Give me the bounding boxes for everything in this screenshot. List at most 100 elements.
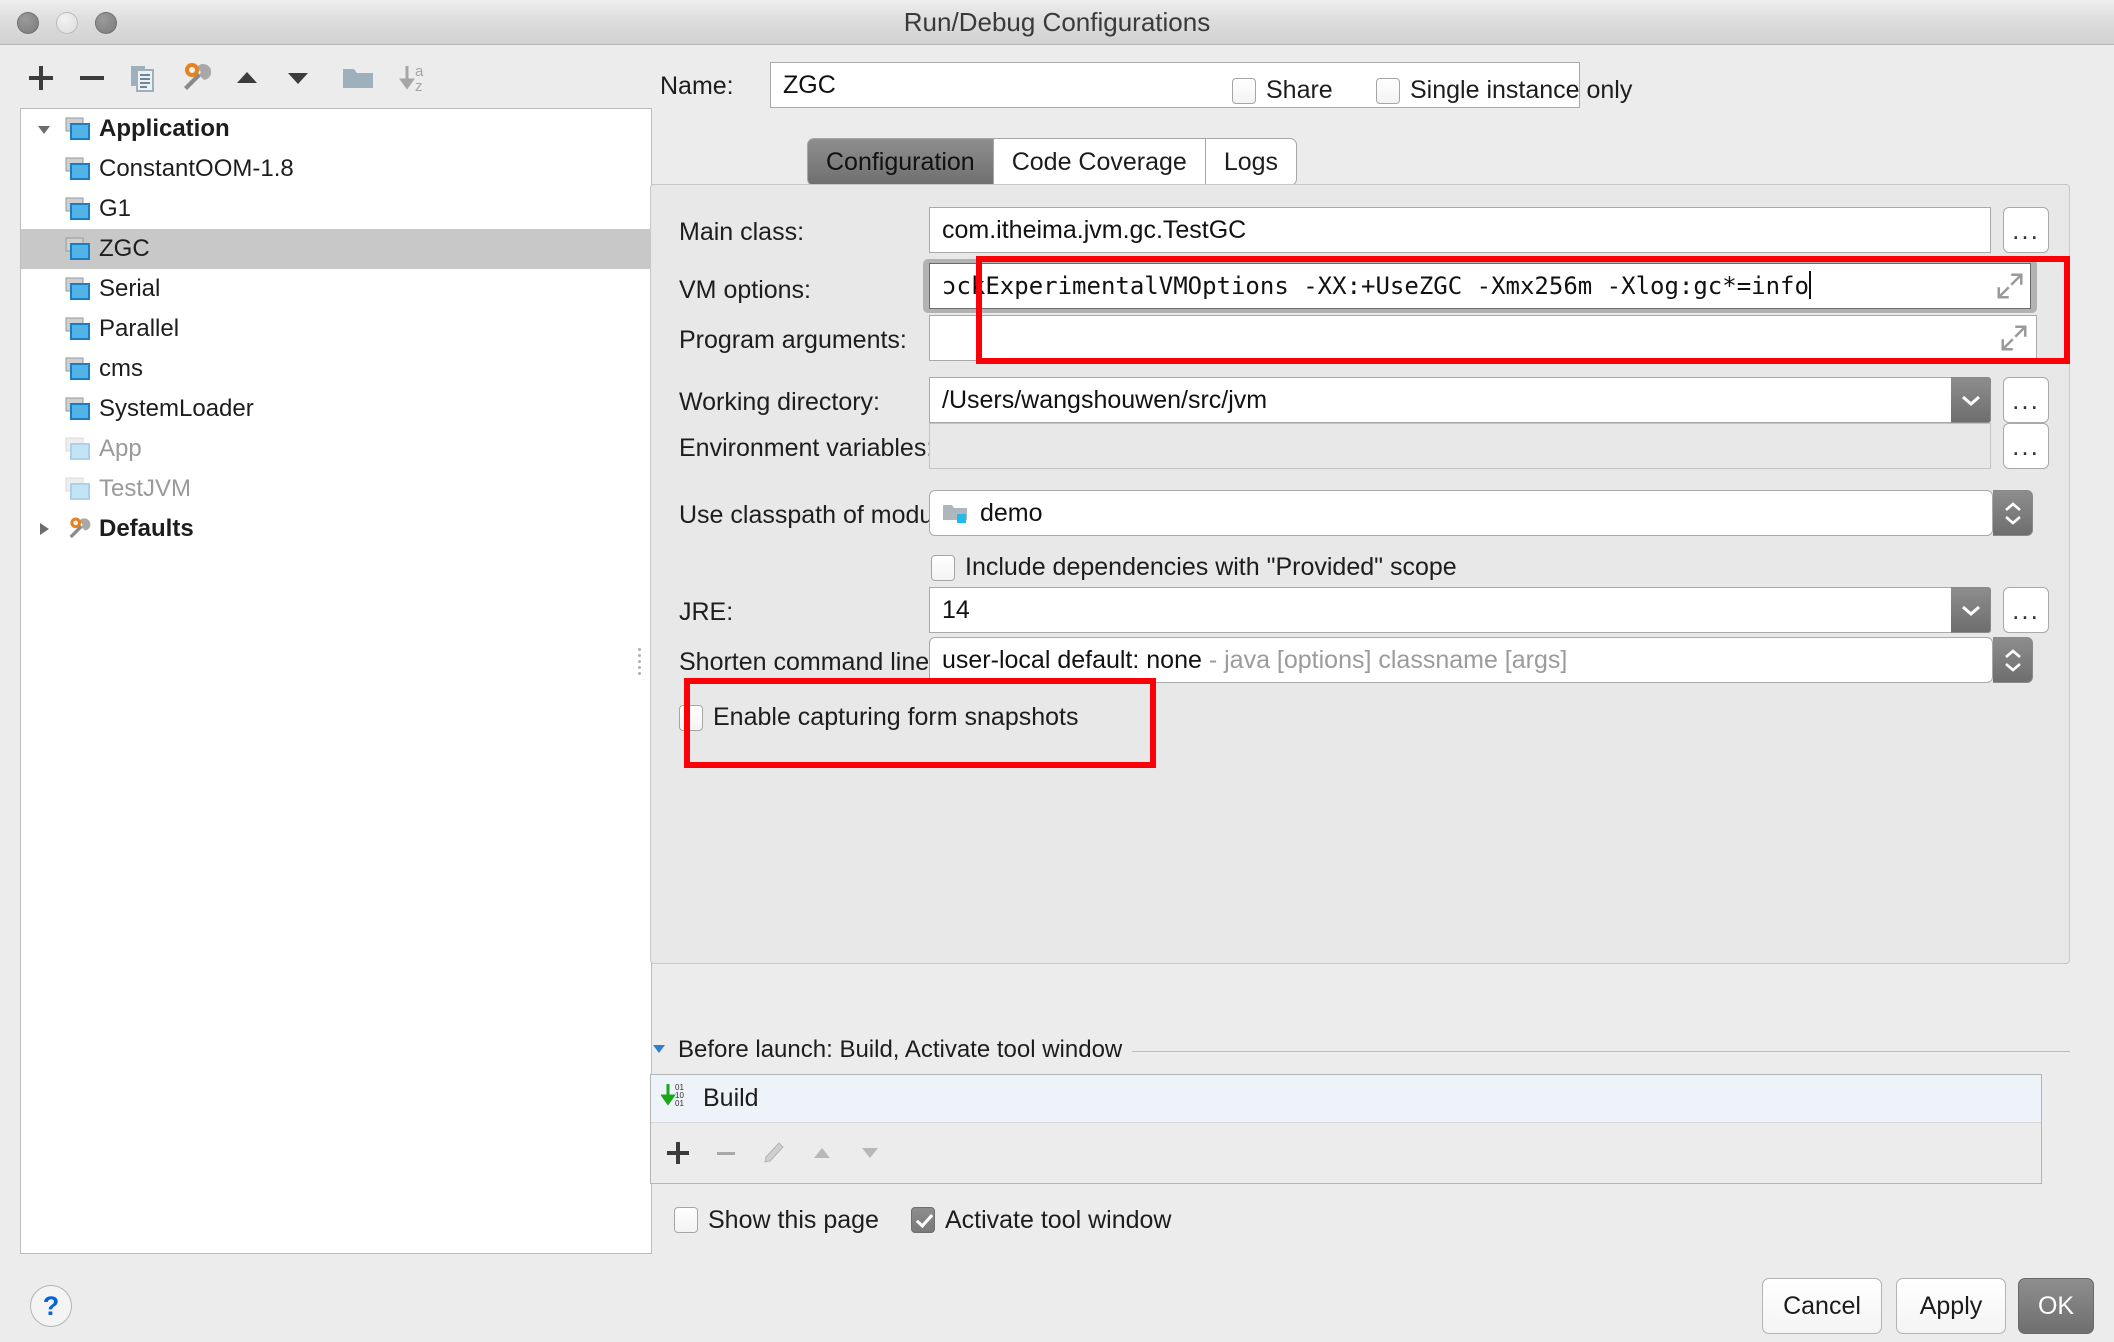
collapse-triangle-icon[interactable] <box>650 1039 668 1062</box>
tree-node-serial[interactable]: Serial <box>21 269 651 309</box>
single-instance-label: Single instance only <box>1410 76 1632 105</box>
use-classpath-select[interactable]: demo <box>929 490 1993 536</box>
shorten-command-line-label: Shorten command line: <box>679 648 936 677</box>
text-caret <box>1809 271 1811 299</box>
enable-snapshots-label: Enable capturing form snapshots <box>713 703 1079 732</box>
chevron-down-icon <box>2004 515 2022 525</box>
application-icon <box>61 477 95 501</box>
tab-configuration[interactable]: Configuration <box>807 138 993 186</box>
before-launch-header: Before launch: Build, Activate tool wind… <box>650 1032 2070 1068</box>
environment-variables-input[interactable] <box>929 423 1991 469</box>
splitter-handle[interactable] <box>636 645 646 681</box>
share-checkbox[interactable] <box>1232 78 1256 104</box>
use-classpath-spinner[interactable] <box>1993 490 2033 536</box>
use-classpath-label: Use classpath of module: <box>679 501 960 530</box>
edit-defaults-wrench-icon[interactable] <box>173 55 219 101</box>
remove-task-button[interactable] <box>713 1140 739 1166</box>
configurations-tree[interactable]: Application ConstantOOM-1.8 G1 ZGC Seria… <box>20 108 652 1254</box>
editor-tabs[interactable]: Configuration Code Coverage Logs <box>807 138 1297 186</box>
edit-task-pencil-icon[interactable] <box>761 1140 787 1166</box>
environment-variables-browse-button[interactable]: ... <box>2003 423 2049 469</box>
before-launch-task-label: Build <box>703 1084 759 1113</box>
browse-dots-label: ... <box>2012 220 2040 240</box>
before-launch-task-row[interactable]: 01 10 01 Build <box>651 1075 2041 1123</box>
tree-node-cms[interactable]: cms <box>21 349 651 389</box>
main-class-input[interactable]: com.itheima.jvm.gc.TestGC <box>929 207 1991 253</box>
application-icon <box>61 437 95 461</box>
share-checkbox-row[interactable]: Share <box>1232 76 1333 105</box>
working-directory-browse-button[interactable]: ... <box>2003 377 2049 423</box>
tree-node-label: Parallel <box>95 315 179 343</box>
working-directory-dropdown-button[interactable] <box>1951 377 1991 423</box>
application-icon <box>61 317 95 341</box>
shorten-command-line-spinner[interactable] <box>1993 637 2033 683</box>
program-arguments-input[interactable] <box>929 315 2037 361</box>
tree-node-application[interactable]: Application <box>21 109 651 149</box>
activate-tool-window-checkbox-row[interactable]: Activate tool window <box>911 1206 1172 1235</box>
ok-button[interactable]: OK <box>2018 1278 2094 1334</box>
apply-label: Apply <box>1920 1292 1983 1321</box>
new-folder-button[interactable] <box>335 55 381 101</box>
main-class-browse-button[interactable]: ... <box>2003 207 2049 253</box>
tree-node-systemloader[interactable]: SystemLoader <box>21 389 651 429</box>
jre-browse-button[interactable]: ... <box>2003 587 2049 633</box>
move-task-up-button[interactable] <box>809 1140 835 1166</box>
before-launch-task-list[interactable]: 01 10 01 Build <box>650 1074 2042 1184</box>
add-task-button[interactable] <box>665 1140 691 1166</box>
tree-node-constantoom[interactable]: ConstantOOM-1.8 <box>21 149 651 189</box>
add-button[interactable] <box>18 55 64 101</box>
application-icon <box>61 117 95 141</box>
shorten-command-line-select[interactable]: user-local default: none - java [options… <box>929 637 1993 683</box>
working-directory-input[interactable]: /Users/wangshouwen/src/jvm <box>929 377 1951 423</box>
cancel-button[interactable]: Cancel <box>1762 1278 1882 1334</box>
chevron-up-icon <box>2004 502 2022 512</box>
activate-tool-window-checkbox[interactable] <box>911 1207 935 1233</box>
include-provided-label: Include dependencies with "Provided" sco… <box>965 553 1457 582</box>
tab-code-coverage[interactable]: Code Coverage <box>993 138 1205 186</box>
application-icon <box>61 357 95 381</box>
move-down-button[interactable] <box>276 55 322 101</box>
help-button[interactable]: ? <box>30 1285 72 1327</box>
enable-snapshots-checkbox[interactable] <box>679 705 703 731</box>
copy-configuration-button[interactable] <box>121 55 167 101</box>
main-class-label: Main class: <box>679 218 804 247</box>
include-provided-checkbox-row[interactable]: Include dependencies with "Provided" sco… <box>931 553 1457 582</box>
application-icon <box>61 277 95 301</box>
tree-node-g1[interactable]: G1 <box>21 189 651 229</box>
expand-editor-icon[interactable] <box>1995 271 2025 301</box>
chevron-down-icon[interactable] <box>27 119 61 139</box>
single-instance-checkbox-row[interactable]: Single instance only <box>1376 76 1632 105</box>
browse-dots-label: ... <box>2012 436 2040 456</box>
jre-input[interactable]: 14 <box>929 587 1951 633</box>
tree-node-label: ConstantOOM-1.8 <box>95 155 294 183</box>
tree-node-testjvm[interactable]: TestJVM <box>21 469 651 509</box>
tree-node-defaults[interactable]: Defaults <box>21 509 651 549</box>
jre-dropdown-button[interactable] <box>1951 587 1991 633</box>
show-this-page-checkbox-row[interactable]: Show this page <box>674 1206 879 1235</box>
tree-node-zgc[interactable]: ZGC <box>21 229 651 269</box>
chevron-down-icon <box>2004 662 2022 672</box>
show-this-page-label: Show this page <box>708 1206 879 1235</box>
ok-label: OK <box>2038 1292 2074 1321</box>
expand-editor-icon[interactable] <box>1999 323 2029 353</box>
chevron-right-icon[interactable] <box>27 519 61 539</box>
apply-button[interactable]: Apply <box>1896 1278 2006 1334</box>
remove-button[interactable] <box>70 55 116 101</box>
vm-options-input[interactable]: ɔckExperimentalVMOptions -XX:+UseZGC -Xm… <box>929 263 2031 309</box>
sort-alpha-icon[interactable]: a z <box>393 55 439 101</box>
move-up-button[interactable] <box>224 55 270 101</box>
application-icon <box>61 397 95 421</box>
environment-variables-label: Environment variables: <box>679 434 933 463</box>
include-provided-checkbox[interactable] <box>931 555 955 581</box>
move-task-down-button[interactable] <box>857 1140 883 1166</box>
run-debug-configurations-dialog: Run/Debug Configurations <box>0 0 2114 1342</box>
show-this-page-checkbox[interactable] <box>674 1207 698 1233</box>
configuration-editor-pane: Name: ZGC Share Single instance only Con… <box>660 52 2100 1252</box>
tab-logs[interactable]: Logs <box>1205 138 1297 186</box>
window-title: Run/Debug Configurations <box>0 0 2114 45</box>
before-launch-options: Show this page Activate tool window <box>650 1200 1650 1240</box>
single-instance-checkbox[interactable] <box>1376 78 1400 104</box>
tree-node-app[interactable]: App <box>21 429 651 469</box>
enable-snapshots-checkbox-row[interactable]: Enable capturing form snapshots <box>679 703 1079 732</box>
tree-node-parallel[interactable]: Parallel <box>21 309 651 349</box>
